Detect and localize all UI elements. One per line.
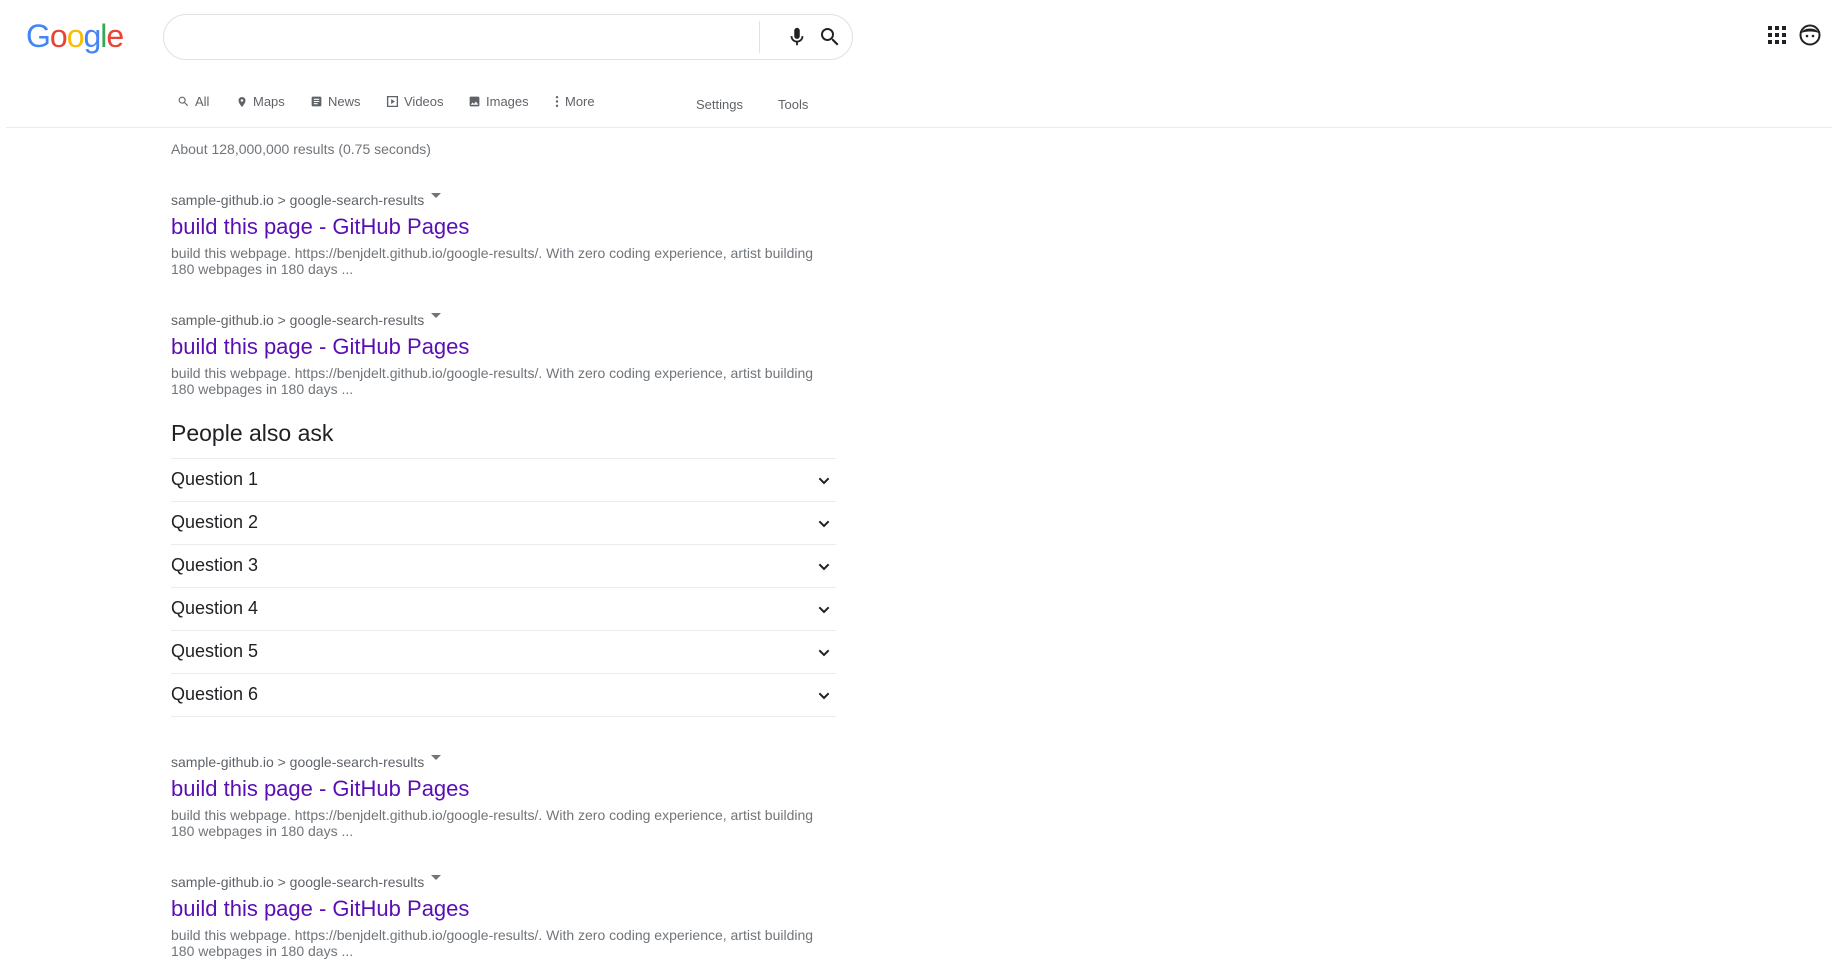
question-text: Question 2 [171, 512, 259, 532]
chevron-down-icon [818, 520, 830, 528]
snippet-line: build this webpage. https://benjdelt.git… [171, 927, 814, 943]
search-input[interactable] [182, 25, 706, 51]
search-result: sample-github.io > google-search-results… [171, 873, 831, 959]
tab-more[interactable]: More [554, 94, 595, 109]
result-url: sample-github.io > google-search-results [171, 312, 425, 328]
caret-down-icon[interactable] [431, 755, 441, 760]
video-icon [386, 95, 399, 108]
result-cite: sample-github.io > google-search-results [171, 311, 831, 329]
tab-label: News [328, 94, 361, 109]
question-text: Question 1 [171, 469, 259, 489]
search-divider [759, 21, 760, 53]
question-item[interactable]: Question 1 [171, 459, 836, 502]
question-item[interactable]: Question 4 [171, 588, 836, 631]
result-snippet: build this webpage. https://benjdelt.git… [171, 245, 831, 277]
apps-icon[interactable] [1768, 26, 1786, 44]
search-icon[interactable] [818, 25, 842, 49]
logo-letter: G [26, 18, 51, 54]
result-snippet: build this webpage. https://benjdelt.git… [171, 807, 831, 839]
tab-label: All [195, 94, 210, 109]
tab-images[interactable]: Images [468, 94, 529, 109]
chevron-down-icon [818, 606, 830, 614]
news-icon [311, 96, 322, 107]
logo-letter: o [66, 18, 85, 54]
question-item[interactable]: Question 2 [171, 502, 836, 545]
question-item[interactable]: Question 5 [171, 631, 836, 674]
snippet-line: build this webpage. https://benjdelt.git… [171, 807, 814, 823]
snippet-line: 180 webpages in 180 days ... [171, 261, 354, 277]
result-cite: sample-github.io > google-search-results [171, 191, 831, 209]
snippet-line: 180 webpages in 180 days ... [171, 381, 354, 397]
question-text: Question 4 [171, 598, 259, 618]
result-snippet: build this webpage. https://benjdelt.git… [171, 927, 831, 959]
logo-letter: o [49, 18, 68, 54]
question-text: Question 3 [171, 555, 259, 575]
people-also-ask-heading: People also ask [171, 420, 334, 446]
result-url: sample-github.io > google-search-results [171, 754, 425, 770]
result-snippet: build this webpage. https://benjdelt.git… [171, 365, 831, 397]
people-also-ask-list: Question 1 Question 2 Question 3 Questio… [171, 458, 836, 717]
snippet-line: build this webpage. https://benjdelt.git… [171, 245, 814, 261]
result-title-link[interactable]: build this page - GitHub Pages [171, 895, 469, 923]
result-cite: sample-github.io > google-search-results [171, 873, 831, 891]
google-logo[interactable]: Google [26, 18, 124, 55]
chevron-down-icon [818, 477, 830, 485]
mic-icon[interactable] [786, 25, 808, 49]
tab-label: Maps [253, 94, 285, 109]
tab-label: More [565, 94, 595, 109]
tab-settings[interactable]: Settings [696, 97, 743, 112]
search-icon [178, 96, 189, 107]
avatar-icon[interactable] [1799, 24, 1821, 46]
image-icon [469, 96, 480, 107]
caret-down-icon[interactable] [431, 193, 441, 198]
result-url: sample-github.io > google-search-results [171, 874, 425, 890]
tab-news[interactable]: News [310, 94, 361, 109]
tab-videos[interactable]: Videos [386, 94, 444, 109]
snippet-line: 180 webpages in 180 days ... [171, 943, 354, 959]
logo-letter: g [83, 18, 101, 54]
header-divider [6, 127, 1832, 128]
question-item[interactable]: Question 6 [171, 674, 836, 717]
tab-all[interactable]: All [177, 94, 209, 109]
result-title-link[interactable]: build this page - GitHub Pages [171, 213, 469, 241]
search-result: sample-github.io > google-search-results… [171, 191, 831, 277]
question-text: Question 6 [171, 684, 259, 704]
result-cite: sample-github.io > google-search-results [171, 753, 831, 771]
question-item[interactable]: Question 3 [171, 545, 836, 588]
result-url: sample-github.io > google-search-results [171, 192, 425, 208]
tab-tools[interactable]: Tools [778, 97, 808, 112]
logo-letter: e [106, 18, 124, 54]
snippet-line: build this webpage. https://benjdelt.git… [171, 365, 814, 381]
result-stats: About 128,000,000 results (0.75 seconds) [171, 141, 431, 157]
caret-down-icon[interactable] [431, 313, 441, 318]
question-text: Question 5 [171, 641, 259, 661]
result-title-link[interactable]: build this page - GitHub Pages [171, 775, 469, 803]
map-pin-icon [238, 96, 246, 107]
snippet-line: 180 webpages in 180 days ... [171, 823, 354, 839]
tab-maps[interactable]: Maps [236, 94, 285, 109]
tab-label: Videos [404, 94, 444, 109]
search-result: sample-github.io > google-search-results… [171, 753, 831, 839]
tab-label: Images [486, 94, 529, 109]
search-box [163, 14, 853, 60]
more-vertical-icon [555, 95, 559, 108]
caret-down-icon[interactable] [431, 875, 441, 880]
result-title-link[interactable]: build this page - GitHub Pages [171, 333, 469, 361]
search-result: sample-github.io > google-search-results… [171, 311, 831, 397]
chevron-down-icon [818, 649, 830, 657]
chevron-down-icon [818, 563, 830, 571]
chevron-down-icon [818, 692, 830, 700]
